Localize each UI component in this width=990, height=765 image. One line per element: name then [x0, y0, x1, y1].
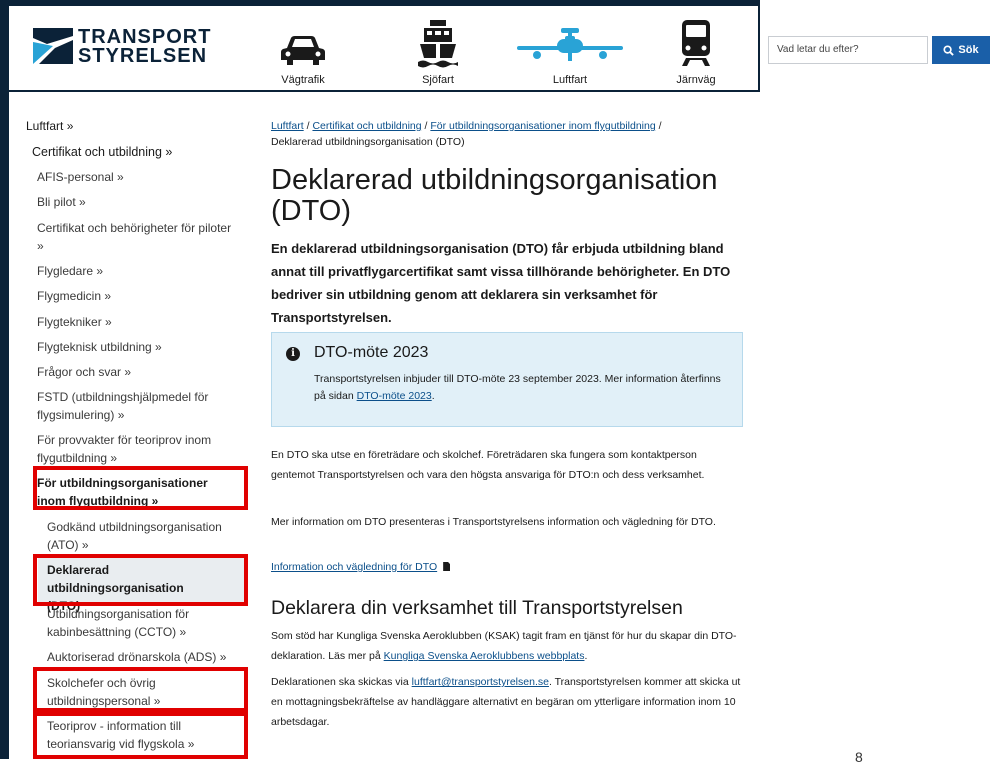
breadcrumb-luftfart[interactable]: Luftfart [271, 120, 304, 132]
breadcrumb: Luftfart / Certifikat och utbildning / F… [271, 118, 751, 150]
info-link-dto-mote[interactable]: DTO-möte 2023 [357, 390, 432, 402]
sidebar-item-certifikat[interactable]: Certifikat och utbildning » [32, 143, 172, 161]
info-text: Transportstyrelsen inbjuder till DTO-möt… [314, 371, 734, 405]
sidebar-item-certifikat-piloter[interactable]: Certifikat och behörigheter för piloter … [37, 219, 237, 255]
sidebar-item-flygteknisk-utbildning[interactable]: Flygteknisk utbildning » [37, 338, 237, 356]
link-email-luftfart[interactable]: luftfart@transportstyrelsen.se [412, 676, 549, 688]
search-button-label: Sök [958, 44, 979, 56]
document-link-row: Information och vägledning för DTO [271, 557, 741, 577]
site-header: TRANSPORT STYRELSEN Vägtrafik Sjöfart Lu… [0, 0, 990, 90]
search-button[interactable]: Sök [932, 36, 990, 64]
search-placeholder: Vad letar du efter? [777, 44, 859, 55]
logo-mark-icon [33, 28, 73, 64]
breadcrumb-separator: / [306, 120, 310, 132]
sidebar-subitem-ads[interactable]: Auktoriserad drönarskola (ADS) » [47, 648, 237, 666]
nav-vagtrafik-label: Vägtrafik [281, 74, 325, 86]
logo-line-2: STYRELSEN [78, 45, 208, 67]
paragraph-deklarationen-text: Deklarationen ska skickas via [271, 676, 412, 688]
link-ksak-webbplats[interactable]: Kungliga Svenska Aeroklubbens webbplats [384, 650, 585, 662]
info-heading: DTO-möte 2023 [314, 344, 429, 361]
paragraph-deklarationen: Deklarationen ska skickas via luftfart@t… [271, 672, 741, 732]
sidebar-item-flygledare[interactable]: Flygledare » [37, 262, 237, 280]
sidebar-item-luftfart[interactable]: Luftfart » [26, 117, 73, 135]
sidebar-subitem-ccto[interactable]: Utbildningsorganisation för kabinbesättn… [47, 605, 237, 641]
document-link-dto[interactable]: Information och vägledning för DTO [271, 561, 437, 573]
page-title: Deklarerad utbildningsorganisation (DTO) [271, 164, 718, 227]
nav-luftfart[interactable]: Luftfart [508, 0, 632, 86]
search-icon [943, 44, 955, 56]
sidebar-item-afis[interactable]: AFIS-personal » [37, 168, 237, 186]
section-heading-deklarera: Deklarera din verksamhet till Transports… [271, 597, 683, 619]
train-icon [682, 20, 710, 66]
nav-luftfart-label: Luftfart [552, 74, 588, 86]
breadcrumb-certifikat[interactable]: Certifikat och utbildning [312, 120, 421, 132]
sidebar-item-flygmedicin[interactable]: Flygmedicin » [37, 287, 237, 305]
highlight-box-dto [33, 554, 248, 606]
sidebar-item-provvakter[interactable]: För provvakter för teoriprov inom flygut… [37, 431, 237, 467]
header-top-border [0, 0, 760, 6]
document-icon [443, 562, 451, 571]
sidebar-item-fragor-och-svar[interactable]: Frågor och svar » [37, 363, 237, 381]
transportstyrelsen-logo[interactable]: TRANSPORT STYRELSEN [33, 27, 210, 68]
nav-sjofart-label: Sjöfart [422, 74, 454, 86]
breadcrumb-utbildningsorganisationer[interactable]: För utbildningsorganisationer inom flygu… [430, 120, 655, 132]
airplane-icon [517, 28, 623, 61]
ship-icon [418, 20, 458, 68]
nav-jarnvag-label: Järnväg [676, 74, 716, 86]
info-text-end: . [431, 390, 435, 402]
breadcrumb-separator: / [424, 120, 428, 132]
sidebar-subitem-ato[interactable]: Godkänd utbildningsorganisation (ATO) » [47, 518, 237, 554]
nav-jarnvag[interactable]: Järnväg [666, 8, 726, 86]
header-right-border [758, 0, 760, 90]
highlight-box-skolchefer [33, 667, 248, 712]
breadcrumb-current: Deklarerad utbildningsorganisation (DTO) [271, 136, 465, 148]
page-left-border [0, 0, 9, 759]
search-input[interactable]: Vad letar du efter? [768, 36, 928, 64]
nav-sjofart[interactable]: Sjöfart [410, 8, 466, 86]
paragraph-ksak: Som stöd har Kungliga Svenska Aeroklubbe… [271, 626, 741, 666]
page-lead: En deklarerad utbildningsorganisation (D… [271, 241, 731, 325]
logo-text: TRANSPORT STYRELSEN [78, 27, 211, 67]
sidebar-item-flygtekniker[interactable]: Flygtekniker » [37, 313, 237, 331]
info-icon: i [286, 347, 300, 361]
paragraph-foretradare: En DTO ska utse en företrädare och skolc… [271, 449, 705, 481]
car-icon [281, 36, 325, 65]
sidebar-item-bli-pilot[interactable]: Bli pilot » [37, 193, 237, 211]
highlight-box-utbildningsorganisationer [33, 466, 248, 510]
header-bottom-border [9, 90, 760, 92]
breadcrumb-separator: / [658, 120, 662, 132]
sidebar-item-fstd[interactable]: FSTD (utbildningshjälpmedel för flygsimu… [37, 388, 237, 424]
nav-vagtrafik[interactable]: Vägtrafik [268, 8, 338, 86]
paragraph-ksak-end: . [584, 650, 588, 662]
paragraph-mer-information: Mer information om DTO presenteras i Tra… [271, 516, 716, 528]
highlight-box-teoriprov [33, 712, 248, 759]
page-number: 8 [855, 749, 863, 765]
info-box: i DTO-möte 2023 Transportstyrelsen inbju… [271, 332, 743, 427]
